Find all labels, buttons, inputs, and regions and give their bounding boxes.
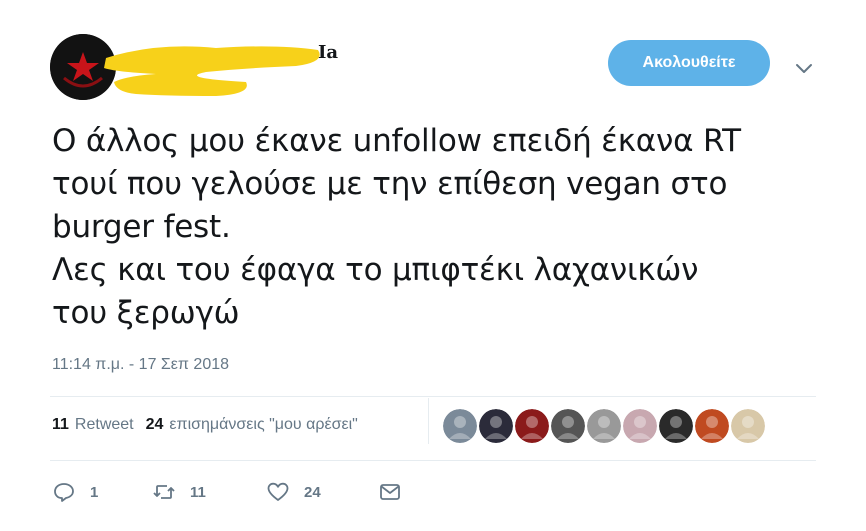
liker-avatar[interactable] — [695, 409, 729, 443]
liker-avatar[interactable] — [659, 409, 693, 443]
liker-avatar[interactable] — [587, 409, 621, 443]
retweets-count: 11 — [52, 416, 69, 433]
retweet-count: 11 — [190, 483, 206, 501]
reply-count: 1 — [90, 483, 99, 501]
tweet-line: Ο άλλος μου έκανε unfollow επειδή έκανα … — [52, 123, 741, 159]
following-button[interactable]: Ακολουθείτε — [608, 40, 770, 86]
like-button[interactable]: 24 — [266, 480, 378, 504]
author-name[interactable]: Ia — [318, 42, 338, 63]
redaction-mark — [96, 36, 330, 100]
liker-avatar[interactable] — [515, 409, 549, 443]
liker-avatar[interactable] — [623, 409, 657, 443]
liker-avatar[interactable] — [443, 409, 477, 443]
tweet-text: Ο άλλος μου έκανε unfollow επειδή έκανα … — [52, 120, 832, 335]
reply-icon — [54, 483, 74, 502]
liker-avatar[interactable] — [479, 409, 513, 443]
reply-button[interactable]: 1 — [52, 480, 152, 504]
tweet-line: τουί που γελούσε με την επίθεση vegan στ… — [52, 166, 728, 202]
liker-avatars — [443, 409, 767, 443]
retweets-label: Retweet — [74, 416, 134, 433]
tweet-stats: 11 Retweet 24 επισημάνσεις "μου αρέσει" — [52, 416, 370, 434]
chevron-down-icon[interactable] — [792, 58, 816, 78]
likes-count: 24 — [145, 416, 164, 433]
tweet-actions: 1 11 24 — [52, 480, 402, 504]
divider — [50, 460, 816, 461]
divider — [428, 398, 429, 444]
liker-avatar[interactable] — [731, 409, 765, 443]
divider — [50, 396, 816, 397]
tweet-line: Λες και του έφαγα το μπιφτέκι λαχανικών — [52, 252, 699, 288]
tweet-line: burger fest. — [52, 209, 231, 245]
likes-stat[interactable]: 24 επισημάνσεις "μου αρέσει" — [146, 416, 358, 434]
tweet-line: του ξερωγώ — [52, 295, 240, 331]
tweet-timestamp[interactable]: 11:14 π.μ. - 17 Σεπ 2018 — [52, 356, 229, 374]
envelope-icon — [380, 484, 400, 500]
direct-message-button[interactable] — [378, 480, 402, 504]
heart-icon — [267, 482, 289, 501]
like-count: 24 — [304, 483, 321, 501]
liker-avatar[interactable] — [551, 409, 585, 443]
retweet-button[interactable]: 11 — [152, 480, 266, 504]
retweet-icon — [153, 485, 175, 499]
likes-label: επισημάνσεις "μου αρέσει" — [169, 416, 358, 433]
retweets-stat[interactable]: 11 Retweet — [52, 416, 134, 434]
